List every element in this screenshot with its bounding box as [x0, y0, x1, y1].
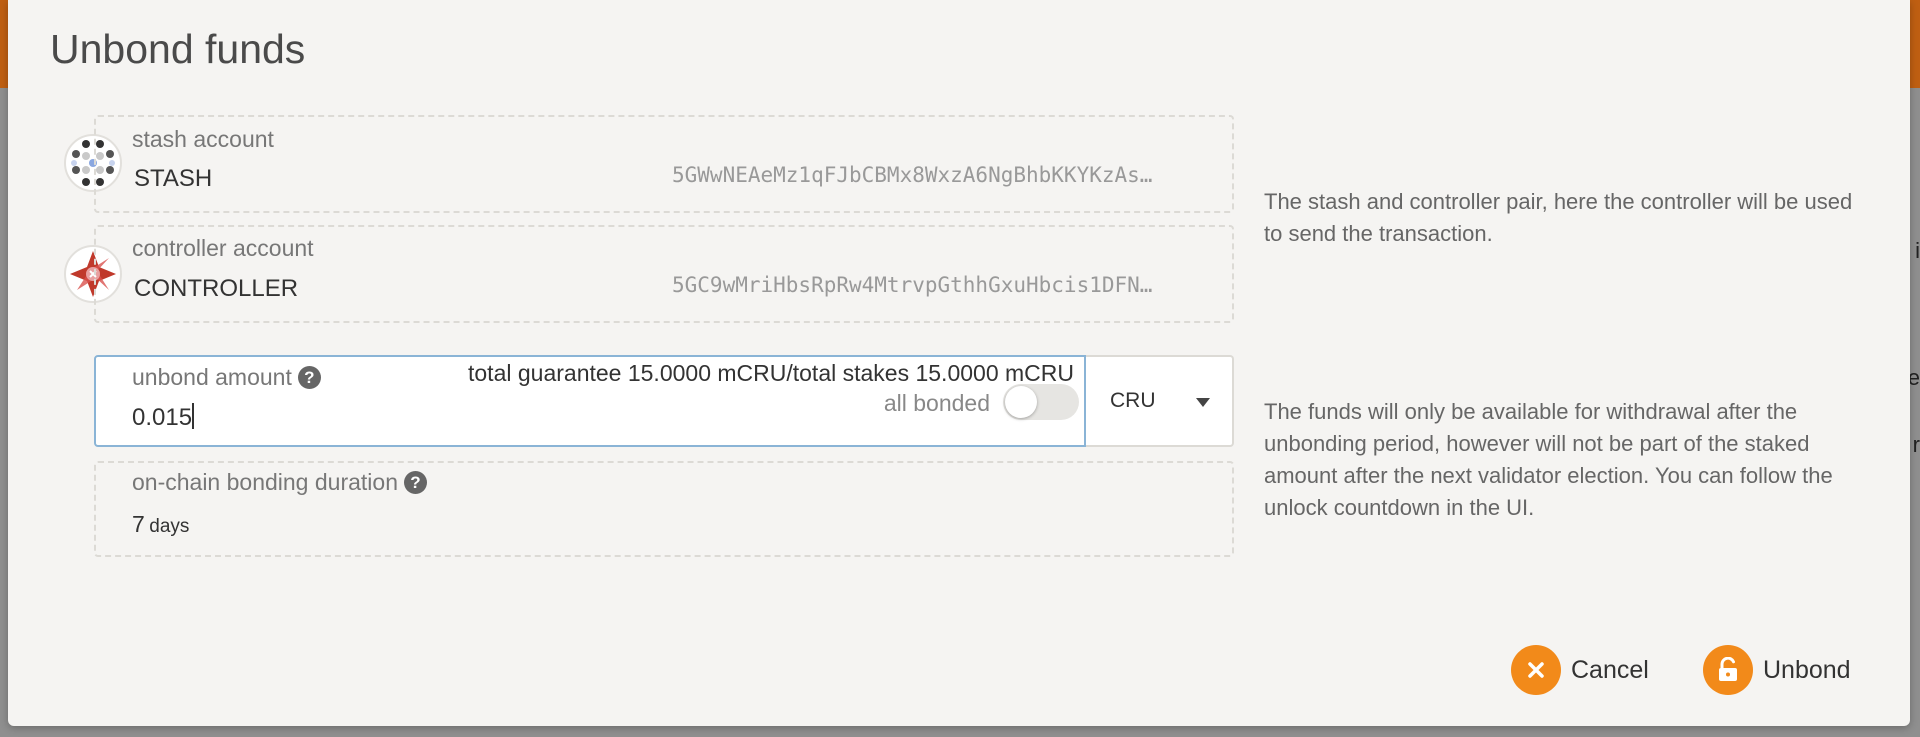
unbond-amount-label-text: unbond amount — [132, 364, 292, 390]
stash-account-field[interactable]: stash account STASH 5GWwNEAeMz1qFJbCBMx8… — [94, 115, 1234, 213]
unbond-button-label: Unbond — [1763, 655, 1851, 684]
controller-account-label: controller account — [132, 235, 314, 261]
cancel-button[interactable]: Cancel — [1511, 644, 1649, 696]
controller-account-name: CONTROLLER — [134, 275, 299, 302]
cancel-button-label: Cancel — [1571, 655, 1649, 684]
close-icon — [1511, 645, 1561, 695]
bonding-duration-label-text: on-chain bonding duration — [132, 469, 398, 495]
unlock-icon — [1703, 645, 1753, 695]
bonding-duration-value: 7 days — [132, 511, 189, 538]
unit-dropdown[interactable]: CRU — [1086, 355, 1234, 447]
background-fragment: i — [1915, 238, 1920, 263]
chevron-down-icon — [1196, 394, 1210, 412]
duration-number: 7 — [132, 511, 145, 537]
unbond-help-text: The funds will only be available for wit… — [1264, 399, 1833, 520]
accounts-help-text: The stash and controller pair, here the … — [1264, 189, 1853, 246]
unit-selected: CRU — [1110, 389, 1156, 412]
bonding-duration-field: on-chain bonding duration? 7 days — [94, 461, 1234, 557]
modal-title: Unbond funds — [50, 26, 306, 72]
help-icon[interactable]: ? — [403, 471, 427, 494]
bonding-duration-label: on-chain bonding duration? — [132, 469, 427, 496]
help-icon[interactable]: ? — [297, 366, 321, 389]
stash-account-label: stash account — [132, 126, 274, 152]
duration-unit: days — [149, 516, 190, 537]
background-fragment: r — [1912, 432, 1920, 457]
stash-account-address: 5GWwNEAeMz1qFJbCBMx8WxzA6NgBhbKKYKzAs… — [672, 163, 1153, 187]
unbond-modal: Unbond funds stash account STASH 5GWwNEA… — [8, 0, 1910, 726]
all-bonded-label: all bonded — [883, 390, 990, 416]
stash-account-name: STASH — [134, 165, 213, 192]
unbond-amount-field[interactable]: unbond amount? total guarantee 15.0000 m… — [94, 355, 1086, 447]
stake-summary: total guarantee 15.0000 mCRU/total stake… — [468, 360, 1074, 386]
unbond-button[interactable]: Unbond — [1703, 644, 1851, 696]
toggle-knob — [1005, 386, 1037, 418]
controller-account-address: 5GC9wMriHbsRpRw4MtrvpGthhGxuHbcis1DFN… — [672, 273, 1153, 297]
controller-account-field[interactable]: controller account CONTROLLER 5GC9wMriHb… — [94, 225, 1234, 323]
all-bonded-toggle[interactable] — [1003, 384, 1079, 420]
unbond-amount-label: unbond amount? — [132, 364, 321, 391]
